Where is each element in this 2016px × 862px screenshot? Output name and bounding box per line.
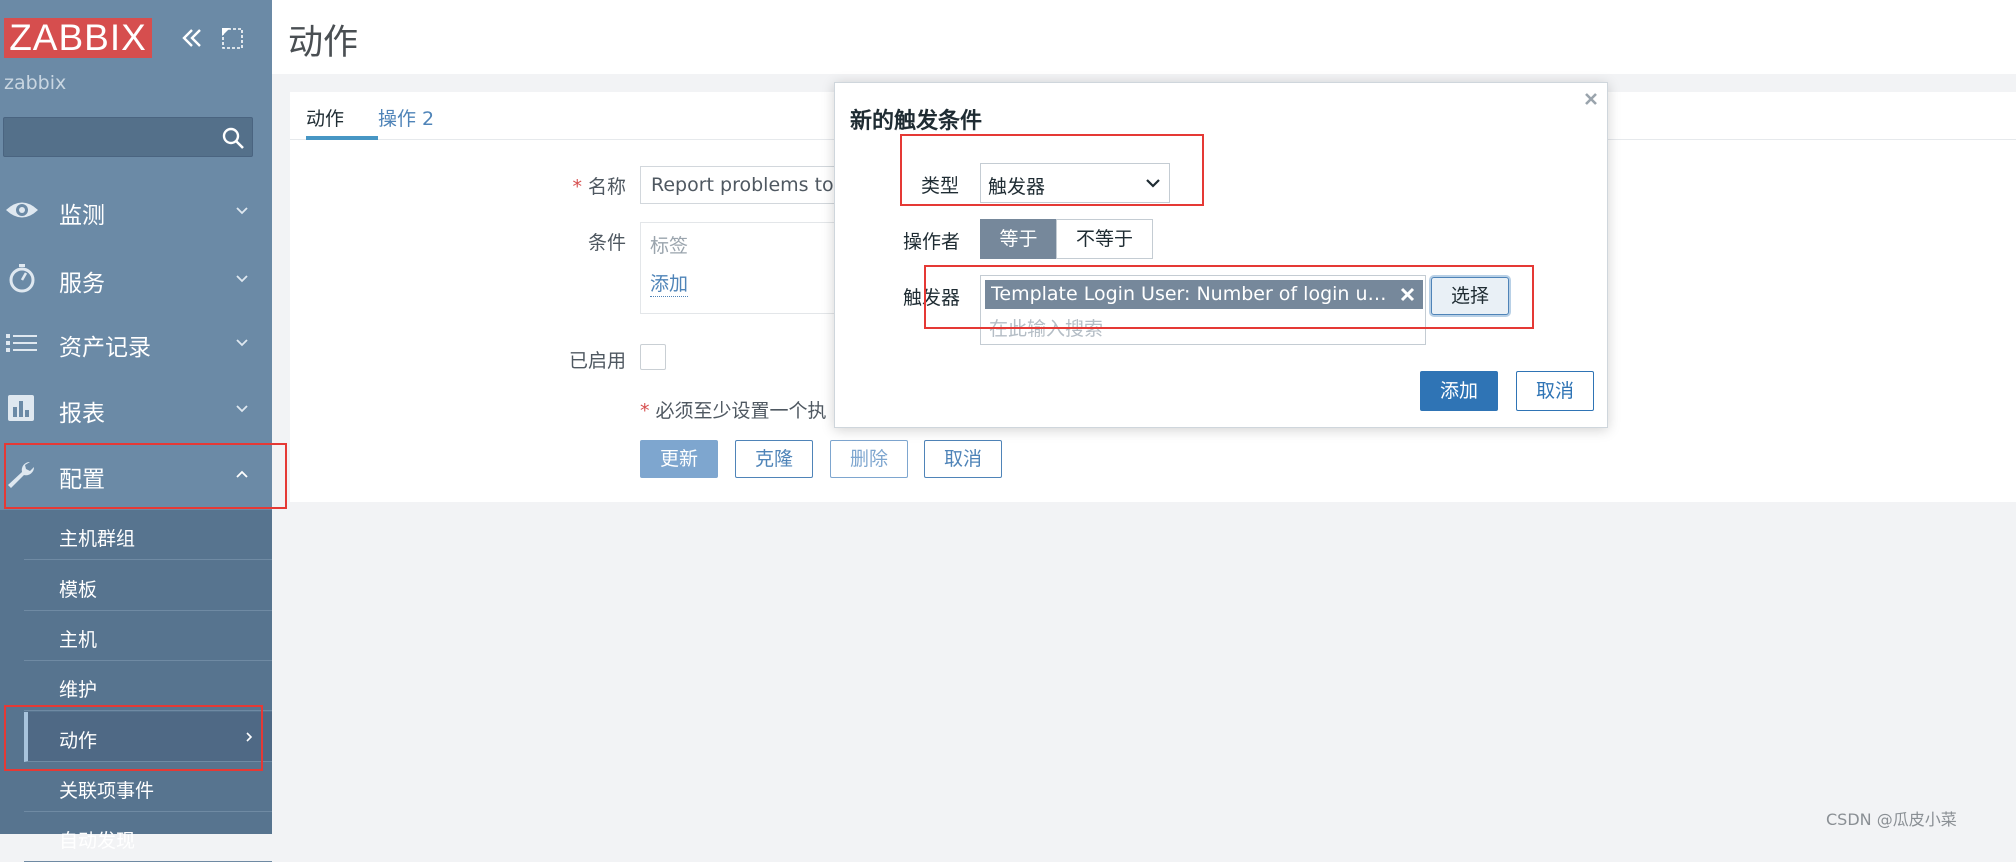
- dialog-add-button[interactable]: 添加: [1420, 371, 1498, 411]
- conditions-label: 条件: [587, 232, 626, 254]
- watermark: CSDN @瓜皮小菜: [1826, 810, 1957, 829]
- required-note-text: 必须至少设置一个执: [655, 400, 827, 422]
- menu-label: 服务: [59, 271, 105, 297]
- search-icon[interactable]: [220, 125, 246, 151]
- submenu-label: 维护: [59, 679, 98, 701]
- page-title: 动作: [288, 23, 359, 63]
- submenu-label: 自动发现: [59, 830, 136, 852]
- submenu-item-host-groups[interactable]: 主机群组: [24, 510, 272, 560]
- menu-label: 报表: [59, 401, 105, 427]
- chevron-down-icon: [236, 405, 248, 413]
- eye-icon: [6, 202, 38, 218]
- highlight-box-trigger: [924, 265, 1534, 329]
- chevron-down-icon: [236, 207, 248, 215]
- operator-not-equals-toggle[interactable]: 不等于: [1056, 219, 1153, 259]
- configuration-submenu: 主机群组 模板 主机 维护 动作 关联项事件 自动发现: [0, 510, 272, 862]
- tab-action[interactable]: 动作: [306, 104, 378, 140]
- submenu-item-discovery[interactable]: 自动发现: [24, 812, 272, 862]
- menu-label: 监测: [59, 203, 105, 229]
- page-header: 动作: [272, 0, 2016, 74]
- name-label: * 名称: [510, 172, 626, 199]
- list-icon: [6, 334, 37, 352]
- menu-item-monitoring[interactable]: 监测: [0, 182, 272, 238]
- menu-label: 资产记录: [59, 335, 151, 361]
- update-button[interactable]: 更新: [640, 440, 718, 478]
- operator-label: 操作者: [903, 231, 961, 253]
- chevron-down-icon: [236, 275, 248, 283]
- submenu-item-maintenance[interactable]: 维护: [24, 661, 272, 711]
- clone-button[interactable]: 克隆: [735, 440, 813, 478]
- delete-button[interactable]: 删除: [830, 440, 908, 478]
- highlight-box-type: [900, 134, 1204, 206]
- menu-item-reports[interactable]: 报表: [0, 380, 272, 436]
- required-asterisk: *: [640, 400, 650, 422]
- sidebar-search-input[interactable]: [3, 117, 253, 157]
- highlight-box-configuration: [4, 443, 287, 509]
- zabbix-logo[interactable]: ZABBIX: [4, 18, 152, 58]
- submenu-label: 主机群组: [59, 528, 136, 550]
- submenu-label: 主机: [59, 629, 98, 651]
- kiosk-mode-icon[interactable]: [218, 24, 246, 52]
- highlight-box-actions: [4, 705, 263, 771]
- collapse-sidebar-icon[interactable]: [178, 24, 206, 52]
- bar-chart-icon: [8, 395, 34, 421]
- stopwatch-icon: [9, 264, 35, 293]
- tab-operations[interactable]: 操作 2: [378, 104, 434, 140]
- submenu-label: 关联项事件: [59, 780, 155, 802]
- operator-equals-toggle[interactable]: 等于: [980, 219, 1057, 259]
- enabled-label: 已启用: [568, 350, 626, 372]
- submenu-item-templates[interactable]: 模板: [24, 561, 272, 611]
- required-note: * 必须至少设置一个执: [640, 396, 827, 423]
- add-condition-link[interactable]: 添加: [650, 269, 689, 297]
- name-label-text: 名称: [587, 176, 626, 198]
- submenu-item-hosts[interactable]: 主机: [24, 611, 272, 661]
- chevron-down-icon: [236, 339, 248, 347]
- cancel-button[interactable]: 取消: [924, 440, 1002, 478]
- menu-item-inventory[interactable]: 资产记录: [0, 314, 272, 370]
- required-asterisk: *: [572, 176, 582, 198]
- close-icon[interactable]: [1583, 91, 1599, 107]
- enabled-checkbox[interactable]: [640, 344, 666, 370]
- menu-item-services[interactable]: 服务: [0, 250, 272, 306]
- dialog-title: 新的触发条件: [850, 109, 983, 134]
- dialog-cancel-button[interactable]: 取消: [1516, 371, 1594, 411]
- server-name: zabbix: [4, 72, 67, 94]
- conditions-header-label: 标签: [650, 235, 689, 257]
- submenu-label: 模板: [59, 579, 98, 601]
